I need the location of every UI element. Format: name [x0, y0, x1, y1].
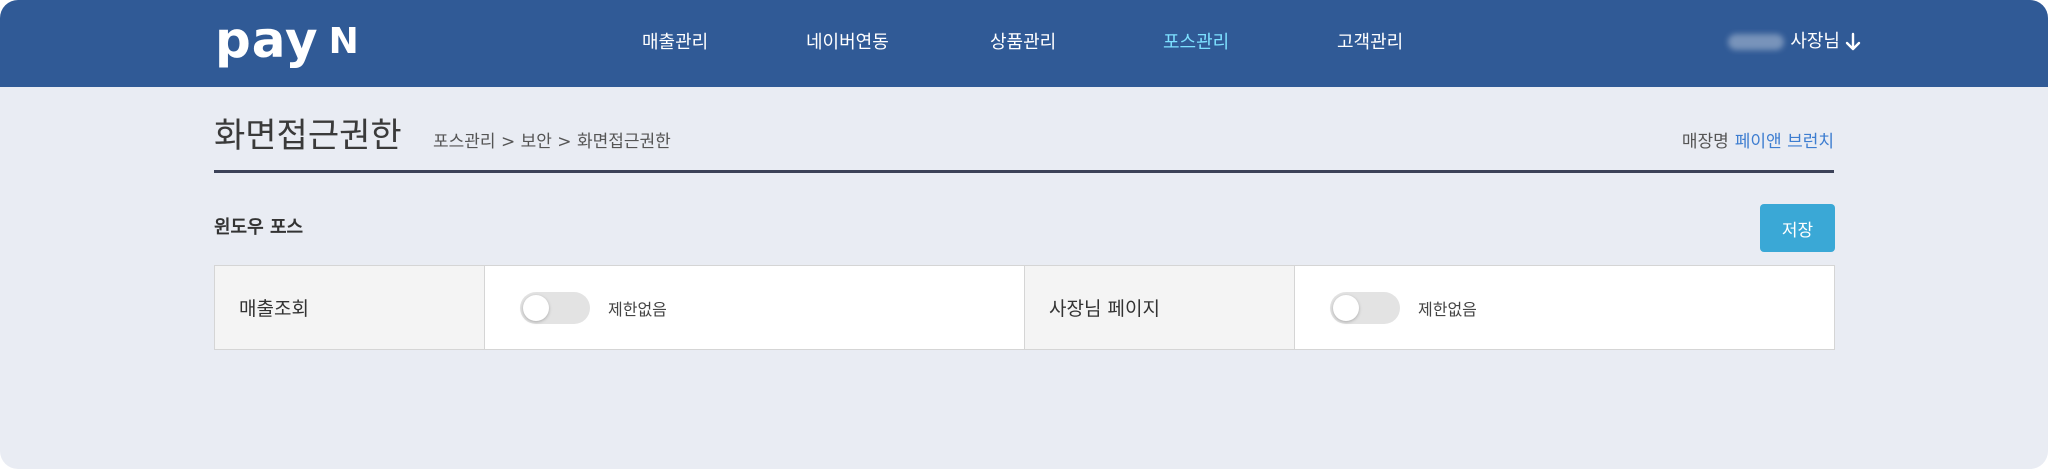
- logo-mark: N: [328, 21, 360, 62]
- payn-logo[interactable]: pay N: [215, 14, 360, 66]
- arrow-down-icon: [1845, 32, 1861, 51]
- top-header: pay N 매출관리 네이버연동 상품관리 포스관리 고객관리 사장님: [0, 0, 2048, 87]
- sales-toggle[interactable]: [520, 291, 590, 324]
- toggle-knob: [1333, 294, 1359, 321]
- nav-pos[interactable]: 포스관리: [1163, 30, 1229, 56]
- owner-page-status: 제한없음: [1418, 299, 1477, 319]
- permission-value-sales: 제한없음: [485, 266, 1025, 349]
- owner-page-toggle[interactable]: [1330, 291, 1400, 324]
- store-name: 페이앤 브런치: [1734, 132, 1834, 152]
- save-button[interactable]: 저장: [1760, 204, 1835, 252]
- permission-label-sales: 매출조회: [215, 266, 485, 349]
- blurred-username: [1728, 34, 1785, 50]
- logo-text: pay: [215, 11, 319, 69]
- permission-table: 매출조회 제한없음 사장님 페이지 제한없음: [214, 265, 1835, 350]
- store-info: 매장명 페이앤 브런치: [1682, 130, 1834, 154]
- breadcrumb: 포스관리 > 보안 > 화면접근권한: [433, 132, 671, 152]
- app-frame: pay N 매출관리 네이버연동 상품관리 포스관리 고객관리 사장님 화면접근권…: [0, 0, 2048, 469]
- title-divider: [214, 170, 1834, 173]
- page-title: 화면접근권한: [214, 116, 402, 156]
- nav-customers[interactable]: 고객관리: [1337, 30, 1403, 56]
- permission-label-owner-page: 사장님 페이지: [1025, 266, 1295, 349]
- user-label: 사장님: [1790, 31, 1840, 52]
- permission-value-owner-page: 제한없음: [1295, 266, 1834, 349]
- toggle-knob: [523, 294, 549, 321]
- user-menu[interactable]: 사장님: [1728, 28, 1862, 56]
- nav-sales[interactable]: 매출관리: [642, 30, 708, 56]
- nav-naver[interactable]: 네이버연동: [806, 30, 889, 56]
- section-title: 윈도우 포스: [214, 217, 304, 238]
- sales-status: 제한없음: [608, 299, 667, 319]
- nav-products[interactable]: 상품관리: [990, 30, 1056, 56]
- store-label: 매장명: [1681, 132, 1729, 152]
